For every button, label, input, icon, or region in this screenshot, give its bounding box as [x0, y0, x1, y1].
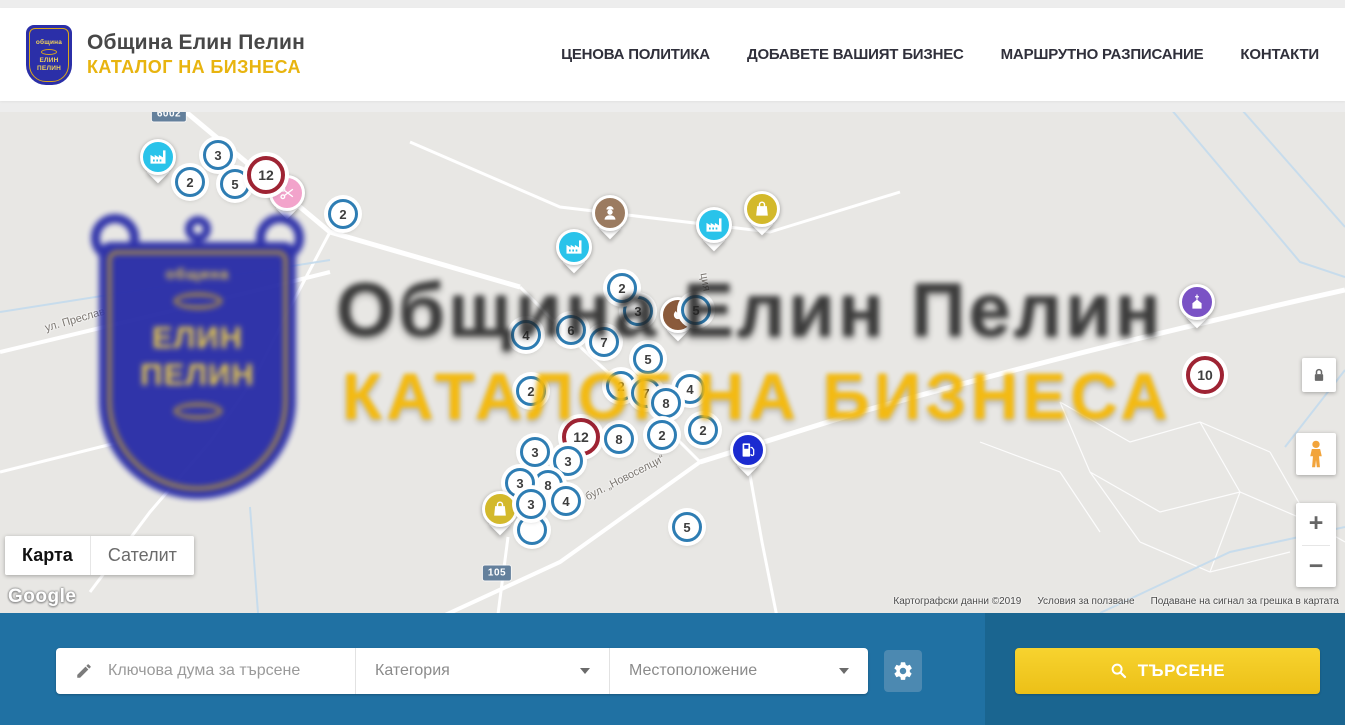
map-pin-church[interactable]: [1174, 284, 1220, 340]
search-button-panel: ТЪРСЕНЕ: [985, 613, 1345, 725]
nav-item-route-schedule[interactable]: МАРШРУТНО РАЗПИСАНИЕ: [1001, 46, 1204, 63]
google-logo[interactable]: Google: [8, 586, 76, 608]
map-cluster-marker[interactable]: 12: [247, 156, 285, 194]
factory-icon: [140, 139, 176, 175]
map-cluster-marker[interactable]: 5: [681, 295, 711, 325]
map-pin-shopping-bag[interactable]: [739, 191, 785, 247]
map-cluster-marker[interactable]: [517, 515, 547, 545]
map-lock-button[interactable]: [1302, 358, 1336, 392]
map-pin-fuel[interactable]: [725, 432, 771, 488]
map-cluster-marker[interactable]: 3: [520, 437, 550, 467]
map-pin-factory[interactable]: [691, 207, 737, 263]
pegman-icon: [1305, 439, 1327, 469]
location-select-value: Местоположение: [629, 662, 757, 680]
map-cluster-marker[interactable]: 2: [175, 167, 205, 197]
category-select[interactable]: Категория: [356, 648, 610, 694]
chevron-down-icon: [580, 668, 590, 674]
map-pin-factory[interactable]: [135, 139, 181, 195]
map-cluster-marker[interactable]: 10: [1186, 356, 1224, 394]
page: община ЕЛИН ПЕЛИН Община Елин Пелин КАТА…: [0, 0, 1345, 725]
main-nav: ЦЕНОВА ПОЛИТИКА ДОБАВЕТЕ ВАШИЯТ БИЗНЕС М…: [561, 46, 1319, 63]
search-bar: ТЪРСЕНЕ Категория Местоположение: [0, 613, 1345, 725]
map-cluster-marker[interactable]: 5: [633, 344, 663, 374]
pencil-icon: [75, 662, 93, 680]
map-canvas[interactable]: 6002105ул. Преславбул. „Новоселци“ция 32…: [0, 112, 1345, 613]
map-cluster-marker[interactable]: 5: [220, 169, 250, 199]
search-icon: [1110, 662, 1128, 680]
gear-icon: [892, 660, 914, 682]
crest-top-text: община: [30, 39, 68, 47]
site-subtitle: КАТАЛОГ НА БИЗНЕСА: [87, 57, 305, 78]
attribution-report-error-link[interactable]: Подаване на сигнал за грешка в картата: [1151, 596, 1339, 607]
keyword-search-input[interactable]: [106, 661, 343, 681]
zoom-out-button[interactable]: −: [1296, 546, 1336, 588]
fuel-icon: [730, 432, 766, 468]
map-type-switcher: Карта Сателит: [5, 536, 194, 575]
map-cluster-marker[interactable]: 2: [328, 199, 358, 229]
crest-line1: ЕЛИН: [30, 57, 68, 65]
map-cluster-marker[interactable]: 6: [556, 315, 586, 345]
map-cluster-marker[interactable]: 8: [651, 388, 681, 418]
crest-ornament: [41, 49, 57, 55]
map-attribution: Картографски данни ©2019 Условия за полз…: [893, 596, 1339, 607]
search-button[interactable]: ТЪРСЕНЕ: [1015, 648, 1320, 694]
crest-line2: ПЕЛИН: [30, 65, 68, 73]
site-titles: Община Елин Пелин КАТАЛОГ НА БИЗНЕСА: [87, 31, 305, 78]
map-cluster-marker[interactable]: 2: [688, 415, 718, 445]
keyword-section: [56, 648, 356, 694]
municipality-crest-icon: община ЕЛИН ПЕЛИН: [26, 25, 72, 85]
map-pin-factory[interactable]: [551, 229, 597, 285]
nav-item-pricing-policy[interactable]: ЦЕНОВА ПОЛИТИКА: [561, 46, 710, 63]
shopping-bag-icon: [744, 191, 780, 227]
map-cluster-marker[interactable]: 7: [589, 327, 619, 357]
attribution-terms-link[interactable]: Условия за ползване: [1037, 596, 1134, 607]
map-type-satellite-button[interactable]: Сателит: [91, 536, 194, 575]
map-type-map-button[interactable]: Карта: [5, 536, 90, 575]
attribution-copyright: Картографски данни ©2019: [893, 596, 1021, 607]
factory-icon: [696, 207, 732, 243]
advanced-search-button[interactable]: [884, 650, 922, 692]
street-view-pegman[interactable]: [1296, 433, 1336, 475]
map-cluster-marker[interactable]: 4: [551, 486, 581, 516]
zoom-control: + −: [1296, 503, 1336, 587]
map-cluster-marker[interactable]: 4: [511, 320, 541, 350]
nav-item-add-your-business[interactable]: ДОБАВЕТЕ ВАШИЯТ БИЗНЕС: [747, 46, 964, 63]
map-cluster-marker[interactable]: 8: [604, 424, 634, 454]
location-select[interactable]: Местоположение: [610, 648, 868, 694]
search-button-label: ТЪРСЕНЕ: [1138, 661, 1226, 681]
search-pill: Категория Местоположение: [56, 648, 868, 694]
site-logo[interactable]: община ЕЛИН ПЕЛИН Община Елин Пелин КАТА…: [26, 25, 305, 85]
map-cluster-marker[interactable]: 3: [516, 489, 546, 519]
nav-item-contacts[interactable]: КОНТАКТИ: [1240, 46, 1319, 63]
lock-icon: [1309, 365, 1329, 385]
factory-icon: [556, 229, 592, 265]
shopping-bag-icon: [482, 491, 518, 527]
church-icon: [1179, 284, 1215, 320]
map-cluster-marker[interactable]: 5: [672, 512, 702, 542]
header: община ЕЛИН ПЕЛИН Община Елин Пелин КАТА…: [0, 8, 1345, 101]
category-select-value: Категория: [375, 662, 450, 680]
worker-icon: [592, 195, 628, 231]
zoom-in-button[interactable]: +: [1296, 503, 1336, 545]
map-cluster-marker[interactable]: 2: [516, 376, 546, 406]
map-cluster-marker[interactable]: 2: [607, 273, 637, 303]
markers-layer: 32512232546752274812822338334510: [0, 112, 1345, 613]
map-cluster-marker[interactable]: 3: [203, 140, 233, 170]
map-cluster-marker[interactable]: 2: [647, 420, 677, 450]
map-cluster-marker[interactable]: 3: [553, 446, 583, 476]
site-title: Община Елин Пелин: [87, 31, 305, 55]
chevron-down-icon: [839, 668, 849, 674]
